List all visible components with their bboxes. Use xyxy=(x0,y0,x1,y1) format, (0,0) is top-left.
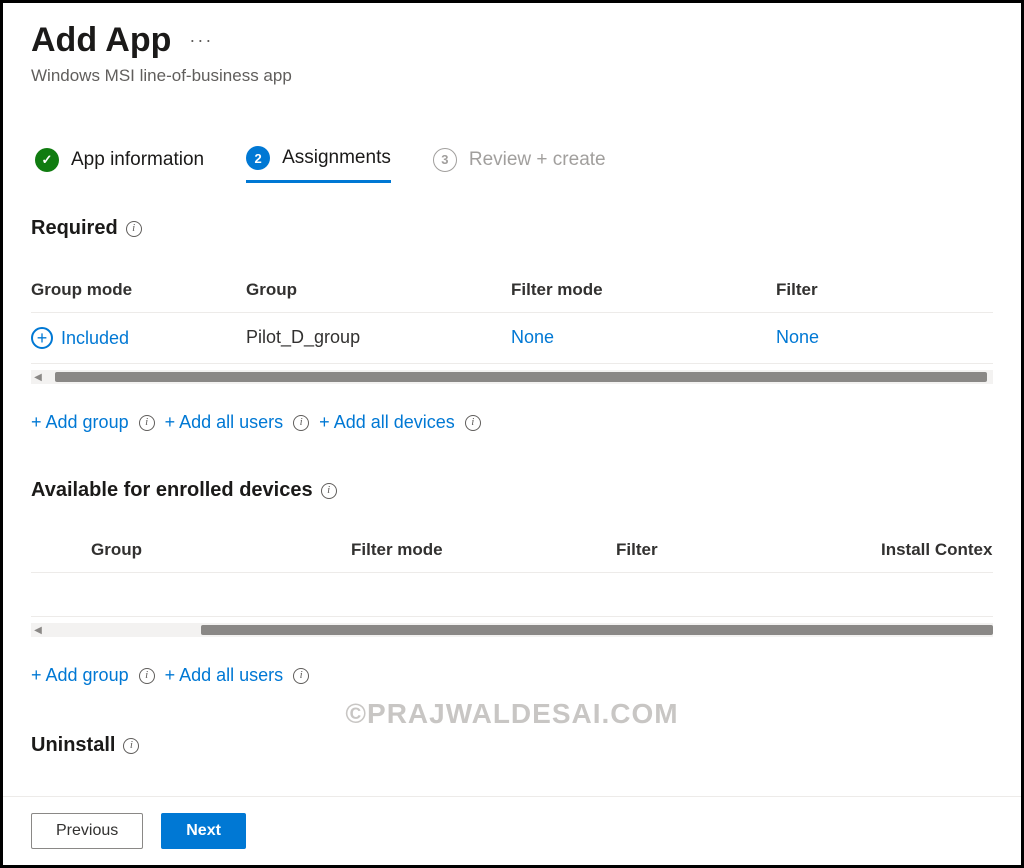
plus-circle-icon[interactable]: + xyxy=(31,327,53,349)
col-install-context: Install Contex xyxy=(881,540,993,560)
section-available-title: Available for enrolled devices xyxy=(31,479,313,502)
col-group: Group xyxy=(91,540,351,560)
info-icon[interactable]: i xyxy=(139,415,155,431)
section-uninstall-title: Uninstall xyxy=(31,734,115,757)
add-all-users-link[interactable]: + Add all users xyxy=(165,665,284,686)
col-filter: Filter xyxy=(776,280,993,300)
step-number-icon: 3 xyxy=(433,148,457,172)
horizontal-scrollbar[interactable]: ◀ xyxy=(31,623,993,637)
info-icon[interactable]: i xyxy=(465,415,481,431)
table-row[interactable]: + Included Pilot_D_group None None xyxy=(31,313,993,364)
col-group-mode: Group mode xyxy=(31,280,246,300)
add-all-users-link[interactable]: + Add all users xyxy=(165,412,284,433)
caret-left-icon[interactable]: ◀ xyxy=(31,370,45,384)
step-review-create[interactable]: 3 Review + create xyxy=(433,146,606,183)
info-icon[interactable]: i xyxy=(139,668,155,684)
page-title: Add App xyxy=(31,21,171,60)
available-table-header: Group Filter mode Filter Install Contex xyxy=(31,530,993,573)
info-icon[interactable]: i xyxy=(321,483,337,499)
add-group-link[interactable]: + Add group xyxy=(31,412,129,433)
step-assignments[interactable]: 2 Assignments xyxy=(246,146,391,183)
group-mode-value[interactable]: Included xyxy=(61,328,129,349)
col-group: Group xyxy=(246,280,511,300)
step-tabs: ✓ App information 2 Assignments 3 Review… xyxy=(31,146,993,183)
caret-left-icon[interactable]: ◀ xyxy=(31,623,45,637)
info-icon[interactable]: i xyxy=(126,221,142,237)
filter-mode-value[interactable]: None xyxy=(511,327,776,349)
filter-value[interactable]: None xyxy=(776,327,993,349)
info-icon[interactable]: i xyxy=(123,738,139,754)
step-app-information[interactable]: ✓ App information xyxy=(35,146,204,183)
horizontal-scrollbar[interactable]: ◀ xyxy=(31,370,993,384)
step-label: Review + create xyxy=(469,149,606,171)
more-actions-icon[interactable]: ··· xyxy=(189,30,213,51)
footer-bar: Previous Next xyxy=(3,796,1021,865)
add-all-devices-link[interactable]: + Add all devices xyxy=(319,412,455,433)
table-header: Group mode Group Filter mode Filter xyxy=(31,270,993,313)
previous-button[interactable]: Previous xyxy=(31,813,143,849)
info-icon[interactable]: i xyxy=(293,668,309,684)
info-icon[interactable]: i xyxy=(293,415,309,431)
required-table: Group mode Group Filter mode Filter + In… xyxy=(31,270,993,364)
col-filter-mode: Filter mode xyxy=(511,280,776,300)
step-label: App information xyxy=(71,149,204,171)
group-value: Pilot_D_group xyxy=(246,327,511,349)
col-filter: Filter xyxy=(616,540,881,560)
section-required-title: Required xyxy=(31,217,118,240)
step-label: Assignments xyxy=(282,147,391,169)
step-number-icon: 2 xyxy=(246,146,270,170)
next-button[interactable]: Next xyxy=(161,813,246,849)
available-empty-row xyxy=(31,573,993,617)
col-filter-mode: Filter mode xyxy=(351,540,616,560)
col-spacer xyxy=(31,540,91,560)
checkmark-icon: ✓ xyxy=(35,148,59,172)
page-subtitle: Windows MSI line-of-business app xyxy=(31,66,993,86)
add-group-link[interactable]: + Add group xyxy=(31,665,129,686)
